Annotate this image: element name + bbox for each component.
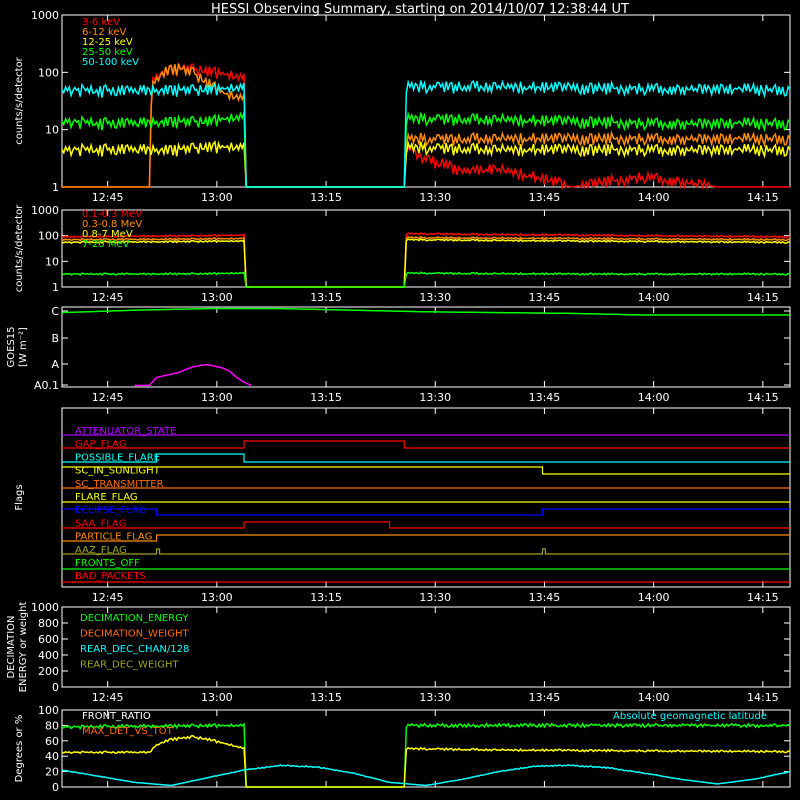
series-line (61, 235, 791, 288)
x-tick-label: 14:15 (747, 691, 779, 704)
series-line (134, 363, 252, 387)
observing-summary-plot: HESSI Observing Summary, starting on 201… (6, 2, 791, 794)
flag-trace (62, 534, 790, 542)
x-tick-label: 13:30 (419, 191, 451, 204)
flag-trace (62, 440, 790, 449)
legend-entry: 7-20 MeV (82, 239, 130, 250)
x-tick-label: 13:15 (310, 391, 342, 404)
legend-entry: REAR_DEC_WEIGHT (80, 660, 179, 671)
x-tick-label: 13:45 (529, 691, 561, 704)
legend-entry: REAR_DEC_CHAN/128 (80, 644, 189, 655)
x-tick-label: 13:00 (201, 391, 233, 404)
x-tick-label: 13:00 (201, 191, 233, 204)
x-tick-label: 13:45 (529, 591, 561, 604)
flag-trace (62, 521, 790, 529)
x-tick-label: 13:15 (310, 291, 342, 304)
panel-frame-2 (61, 306, 791, 388)
series-line (61, 79, 791, 188)
legend-entry: DECIMATION_ENERGY (80, 613, 189, 624)
y-tick-label: B (51, 332, 59, 345)
series-line (61, 764, 791, 787)
y-axis-label: counts/s/detector (14, 56, 25, 144)
flag-label: BAD_PACKETS (75, 571, 146, 582)
x-tick-label: 12:45 (92, 191, 124, 204)
x-tick-label: 13:30 (419, 591, 451, 604)
y-tick-label: 100 (38, 230, 59, 243)
y-axis-label: [W m⁻²] (18, 327, 29, 367)
x-tick-label: 14:00 (638, 291, 670, 304)
x-tick-label: 14:15 (747, 591, 779, 604)
y-tick-label: C (51, 305, 59, 318)
y-tick-label: 1000 (31, 9, 59, 22)
x-tick-label: 13:30 (419, 691, 451, 704)
y-tick-label: 20 (45, 766, 59, 779)
x-tick-label: 13:45 (529, 191, 561, 204)
legend-entry: 50-100 keV (82, 57, 139, 68)
x-tick-label: 14:15 (747, 191, 779, 204)
y-axis-label: Flags (14, 484, 25, 510)
y-tick-label: 40 (45, 750, 59, 763)
y-tick-label: 1 (52, 181, 59, 194)
y-axis-label: DECIMATION (6, 615, 17, 678)
x-tick-label: 14:15 (747, 291, 779, 304)
x-tick-label: 14:00 (638, 391, 670, 404)
y-tick-label: 1 (52, 281, 59, 294)
y-axis-label: Degrees or % (14, 715, 25, 783)
flag-trace (62, 453, 790, 463)
y-axis-label: ENERGY or weight (18, 602, 29, 693)
y-tick-label: 10 (45, 255, 59, 268)
x-tick-label: 14:00 (638, 191, 670, 204)
x-tick-label: 12:45 (92, 591, 124, 604)
series-line (61, 237, 791, 288)
x-tick-label: 13:15 (310, 691, 342, 704)
y-axis-label: counts/s/detector (14, 204, 25, 292)
x-tick-label: 13:00 (201, 691, 233, 704)
y-tick-label: 100 (38, 704, 59, 717)
x-tick-label: 13:00 (201, 591, 233, 604)
flag-trace (62, 508, 790, 516)
flag-trace (62, 466, 790, 475)
x-tick-label: 14:15 (747, 391, 779, 404)
y-tick-label: 80 (45, 719, 59, 732)
x-tick-label: 14:00 (638, 691, 670, 704)
x-tick-label: 12:45 (92, 391, 124, 404)
x-tick-label: 13:30 (419, 391, 451, 404)
y-tick-label: 800 (38, 617, 59, 630)
x-tick-label: 13:45 (529, 291, 561, 304)
flag-label: ECLIPSE_FLAG (75, 505, 146, 516)
series-line (61, 140, 791, 188)
series-line (61, 271, 791, 288)
y-tick-label: 600 (38, 633, 59, 646)
y-tick-label: 200 (38, 665, 59, 678)
x-tick-label: 13:00 (201, 291, 233, 304)
flag-trace (62, 548, 790, 555)
panel-frame-1 (61, 209, 791, 288)
y-tick-label: 1000 (31, 601, 59, 614)
legend-entry: DECIMATION_WEIGHT (80, 629, 189, 640)
x-tick-label: 14:00 (638, 591, 670, 604)
x-tick-label: 12:45 (92, 691, 124, 704)
y-tick-label: 100 (38, 66, 59, 79)
x-tick-label: 13:15 (310, 191, 342, 204)
x-tick-label: 13:45 (529, 391, 561, 404)
y-tick-label: 1000 (31, 204, 59, 217)
flag-label: FRONTS_OFF (75, 558, 140, 569)
legend-entry: MAX_DET_VS_TOT (82, 726, 174, 737)
y-tick-label: 0 (52, 781, 59, 794)
y-tick-label: A (51, 358, 59, 371)
x-tick-label: 13:15 (310, 591, 342, 604)
right-axis-label: Absolute geomagnetic latitude (613, 711, 767, 722)
y-axis-label: GOES15 (6, 326, 17, 367)
y-tick-label: 10 (45, 124, 59, 137)
x-tick-label: 12:45 (92, 291, 124, 304)
y-tick-label: 60 (45, 735, 59, 748)
y-tick-label: A0.1 (34, 379, 59, 392)
y-tick-label: 0 (52, 681, 59, 694)
y-tick-label: 400 (38, 649, 59, 662)
series-line (61, 307, 790, 316)
x-tick-label: 13:30 (419, 291, 451, 304)
flag-label: FLARE_FLAG (75, 492, 138, 503)
legend-entry: FRONT_RATIO (82, 711, 151, 722)
